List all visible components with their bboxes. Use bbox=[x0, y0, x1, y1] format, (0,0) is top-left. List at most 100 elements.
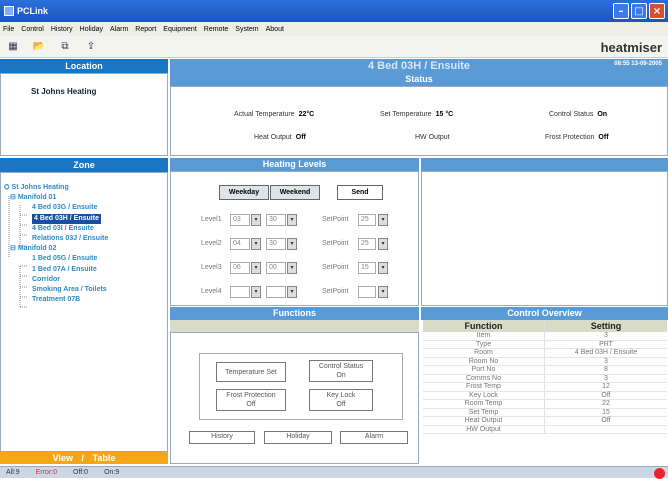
control-overview-header: Control Overview bbox=[421, 307, 668, 320]
weekday-button[interactable]: Weekday bbox=[219, 185, 269, 200]
tree-item[interactable]: ⛭ St Johns Heating bbox=[4, 183, 108, 193]
minimize-icon[interactable]: – bbox=[613, 3, 629, 19]
table-tab[interactable]: Table bbox=[93, 453, 116, 463]
table-row: Room 4 Bed 03H / Ensuite bbox=[423, 349, 667, 358]
table-row: Type PRT bbox=[423, 340, 667, 349]
temperature-set-button[interactable]: Temperature Set bbox=[216, 362, 286, 382]
status-header: Status bbox=[170, 73, 668, 86]
chevron-down-icon[interactable]: ▾ bbox=[251, 262, 261, 274]
tree-item[interactable]: ⊟ Manifold 02 bbox=[4, 244, 108, 254]
heating-header-right bbox=[421, 158, 668, 171]
tree-item[interactable]: ⊟ Manifold 01 bbox=[4, 193, 108, 203]
tree-item[interactable]: Relations 03J / Ensuite bbox=[4, 234, 108, 244]
send-button[interactable]: Send bbox=[337, 185, 383, 200]
chevron-down-icon[interactable]: ▾ bbox=[287, 286, 297, 298]
hw-output: HW Output bbox=[415, 134, 450, 141]
view-table-tab[interactable]: View / Table bbox=[0, 452, 168, 464]
table-row: HW Output bbox=[423, 425, 667, 434]
table-row: Frost Temp 12 bbox=[423, 383, 667, 392]
level3-minute[interactable]: 00 bbox=[266, 262, 286, 274]
tree-item[interactable]: 1 Bed 05G / Ensuite bbox=[4, 254, 108, 264]
status-panel bbox=[170, 86, 668, 156]
chevron-down-icon[interactable]: ▾ bbox=[378, 286, 388, 298]
heat-output: Heat Output Off bbox=[254, 134, 306, 141]
setpoint-label: SetPoint bbox=[322, 264, 349, 271]
menu-remote[interactable]: Remote bbox=[204, 26, 229, 33]
level1-label: Level1 bbox=[201, 216, 222, 223]
table-row: Room No 3 bbox=[423, 357, 667, 366]
functions-header: Functions bbox=[170, 307, 419, 320]
heating-levels-header: Heating Levels bbox=[170, 158, 419, 171]
table-row: Set Temp 15 bbox=[423, 408, 667, 417]
chevron-down-icon[interactable]: ▾ bbox=[378, 238, 388, 250]
frost-protection-button[interactable]: Frost Protection Off bbox=[216, 389, 286, 411]
alarm-indicator-icon bbox=[654, 468, 665, 479]
chevron-down-icon[interactable]: ▾ bbox=[287, 262, 297, 274]
table-row: Heat Output Off bbox=[423, 417, 667, 426]
status-bar: All:9 Error:0 Off:0 On:9 bbox=[0, 466, 668, 478]
status-on: On:9 bbox=[104, 469, 120, 476]
chevron-down-icon[interactable]: ▾ bbox=[251, 214, 261, 226]
chevron-down-icon[interactable]: ▾ bbox=[251, 286, 261, 298]
actual-temp: Actual Temperature 22°C bbox=[234, 111, 315, 118]
table-header: Function Setting bbox=[423, 320, 667, 332]
manifold-icon: ⊟ bbox=[10, 245, 16, 253]
set-temp: Set Temperature 15 °C bbox=[380, 111, 454, 118]
level2-hour[interactable]: 04 bbox=[230, 238, 250, 250]
level4-hour[interactable] bbox=[230, 286, 250, 298]
building-icon: ⛭ bbox=[4, 184, 10, 191]
maximize-icon[interactable]: □ bbox=[631, 3, 647, 19]
history-button[interactable]: History bbox=[189, 431, 255, 444]
level3-hour[interactable]: 06 bbox=[230, 262, 250, 274]
menu-system[interactable]: System bbox=[235, 26, 258, 33]
level4-minute[interactable] bbox=[266, 286, 286, 298]
menu-equipment[interactable]: Equipment bbox=[163, 26, 196, 33]
chevron-down-icon[interactable]: ▾ bbox=[378, 262, 388, 274]
level4-label: Level4 bbox=[201, 288, 222, 295]
zone-tree: ⛭ St Johns Heating ⊟ Manifold 01 4 Bed 0… bbox=[4, 183, 108, 305]
col-setting: Setting bbox=[590, 321, 622, 331]
functions-subheader bbox=[170, 320, 419, 332]
tree-item[interactable]: Smoking Area / Toilets bbox=[4, 285, 108, 295]
level4-setpoint[interactable] bbox=[358, 286, 376, 298]
tab-separator: / bbox=[81, 453, 85, 463]
tree-item[interactable]: 4 Bed 03G / Ensuite bbox=[4, 203, 108, 213]
view-tab[interactable]: View bbox=[53, 453, 73, 463]
level1-minute[interactable]: 30 bbox=[266, 214, 286, 226]
chevron-down-icon[interactable]: ▾ bbox=[378, 214, 388, 226]
setpoint-label: SetPoint bbox=[322, 240, 349, 247]
chevron-down-icon[interactable]: ▾ bbox=[287, 238, 297, 250]
level2-setpoint[interactable]: 25 bbox=[358, 238, 376, 250]
holiday-button[interactable]: Holiday bbox=[264, 431, 332, 444]
status-all: All:9 bbox=[6, 469, 20, 476]
level1-hour[interactable]: 03 bbox=[230, 214, 250, 226]
tree-item[interactable]: Treatment 07B bbox=[4, 295, 108, 305]
control-overview-table: Function Setting Item 3 Type PRT Room 4 Bed… bbox=[423, 320, 667, 434]
tree-item[interactable]: 4 Bed 03I / Ensuite bbox=[4, 224, 108, 234]
chevron-down-icon[interactable]: ▾ bbox=[287, 214, 297, 226]
level1-setpoint[interactable]: 25 bbox=[358, 214, 376, 226]
level3-setpoint[interactable]: 15 bbox=[358, 262, 376, 274]
setpoint-label: SetPoint bbox=[322, 216, 349, 223]
chevron-down-icon[interactable]: ▾ bbox=[251, 238, 261, 250]
table-row: Item 3 bbox=[423, 332, 667, 341]
manifold-icon: ⊟ bbox=[10, 194, 16, 202]
weekend-button[interactable]: Weekend bbox=[270, 185, 320, 200]
status-off: Off:0 bbox=[73, 469, 89, 476]
key-lock-button[interactable]: Key Lock Off bbox=[309, 389, 373, 411]
control-status-button[interactable]: Control Status On bbox=[309, 360, 373, 382]
menu-about[interactable]: About bbox=[266, 26, 284, 33]
brand-logo: heatmiser bbox=[600, 40, 662, 55]
level2-label: Level2 bbox=[201, 240, 222, 247]
blank-panel bbox=[421, 171, 668, 306]
table-row: Room Temp 22 bbox=[423, 400, 667, 409]
level2-minute[interactable]: 30 bbox=[266, 238, 286, 250]
room-title: 4 Bed 03H / Ensuite bbox=[367, 60, 471, 72]
setpoint-label: SetPoint bbox=[322, 288, 349, 295]
close-icon[interactable]: × bbox=[649, 3, 665, 19]
alarm-button[interactable]: Alarm bbox=[340, 431, 408, 444]
tree-item[interactable]: 1 Bed 07A / Ensuite bbox=[4, 265, 108, 275]
col-function: Function bbox=[423, 320, 545, 332]
tree-item[interactable]: Corridor bbox=[4, 275, 108, 285]
tree-item-selected[interactable]: 4 Bed 03H / Ensuite bbox=[4, 213, 108, 224]
